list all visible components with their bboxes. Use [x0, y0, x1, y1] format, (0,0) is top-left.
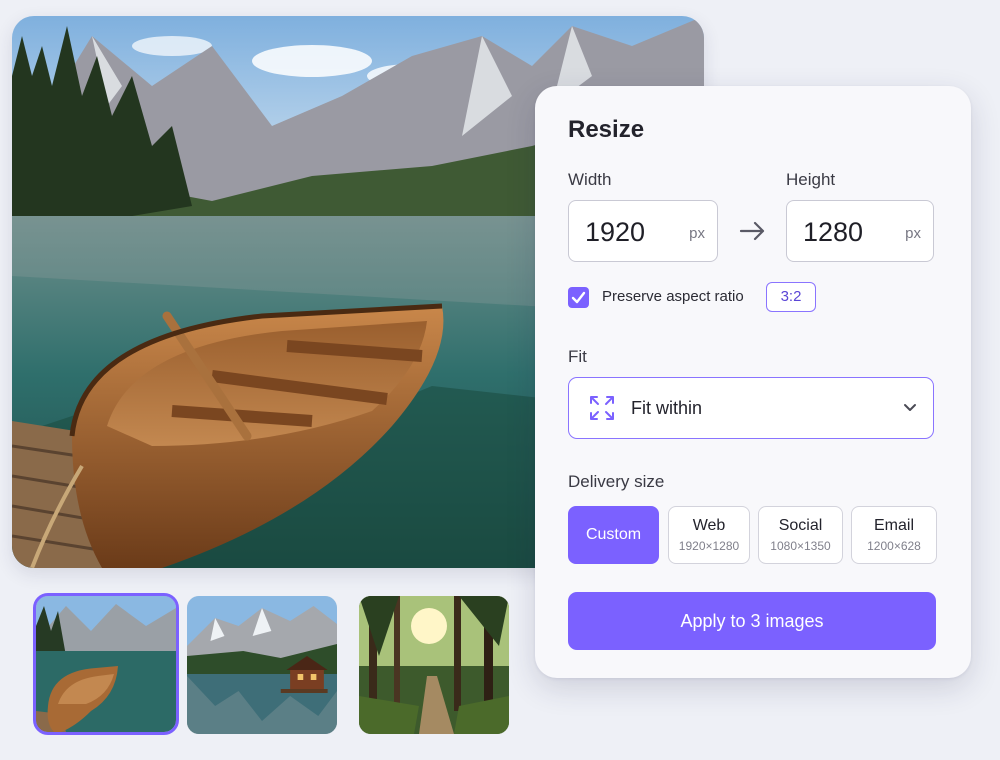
- delivery-size-name: Social: [778, 517, 823, 534]
- fit-label: Fit: [568, 347, 587, 366]
- chevron-down-icon: [904, 404, 916, 411]
- height-input[interactable]: 1280 px: [786, 200, 934, 262]
- delivery-size-custom[interactable]: Custom: [568, 506, 659, 564]
- preserve-aspect-checkbox[interactable]: [568, 287, 589, 308]
- fit-within-icon: [590, 396, 614, 420]
- thumbnail-forest-path[interactable]: [359, 596, 509, 734]
- thumbnail-cabin-lake[interactable]: [187, 596, 337, 734]
- arrow-right-icon: [739, 221, 765, 241]
- panel-title: Resize: [568, 116, 645, 143]
- resize-panel: Resize Width Height 1920 px 1280 px Pres…: [535, 86, 971, 678]
- delivery-size-dims: 1080×1350: [770, 539, 831, 553]
- delivery-size-name: Web: [692, 517, 726, 534]
- height-unit: px: [905, 225, 921, 242]
- delivery-size-name: Custom: [585, 526, 642, 543]
- height-value: 1280: [803, 217, 864, 247]
- height-label: Height: [786, 170, 836, 189]
- checkmark-icon: [571, 291, 586, 304]
- width-label: Width: [568, 170, 612, 189]
- delivery-size-name: Email: [873, 517, 914, 534]
- aspect-ratio-badge[interactable]: 3:2: [766, 282, 816, 312]
- fit-dropdown[interactable]: Fit within: [568, 377, 934, 439]
- preserve-aspect-label[interactable]: Preserve aspect ratio: [602, 288, 744, 305]
- delivery-size-label: Delivery size: [568, 472, 665, 491]
- width-value: 1920: [585, 217, 646, 247]
- delivery-size-dims: 1200×628: [867, 539, 921, 553]
- width-input[interactable]: 1920 px: [568, 200, 718, 262]
- width-unit: px: [689, 225, 705, 242]
- delivery-size-social[interactable]: Social 1080×1350: [758, 506, 843, 564]
- fit-value: Fit within: [631, 398, 703, 418]
- delivery-size-email[interactable]: Email 1200×628: [851, 506, 937, 564]
- delivery-size-dims: 1920×1280: [678, 539, 740, 553]
- thumbnail-boat-lake[interactable]: [33, 593, 179, 735]
- delivery-size-web[interactable]: Web 1920×1280: [668, 506, 750, 564]
- apply-button[interactable]: Apply to 3 images: [568, 592, 936, 650]
